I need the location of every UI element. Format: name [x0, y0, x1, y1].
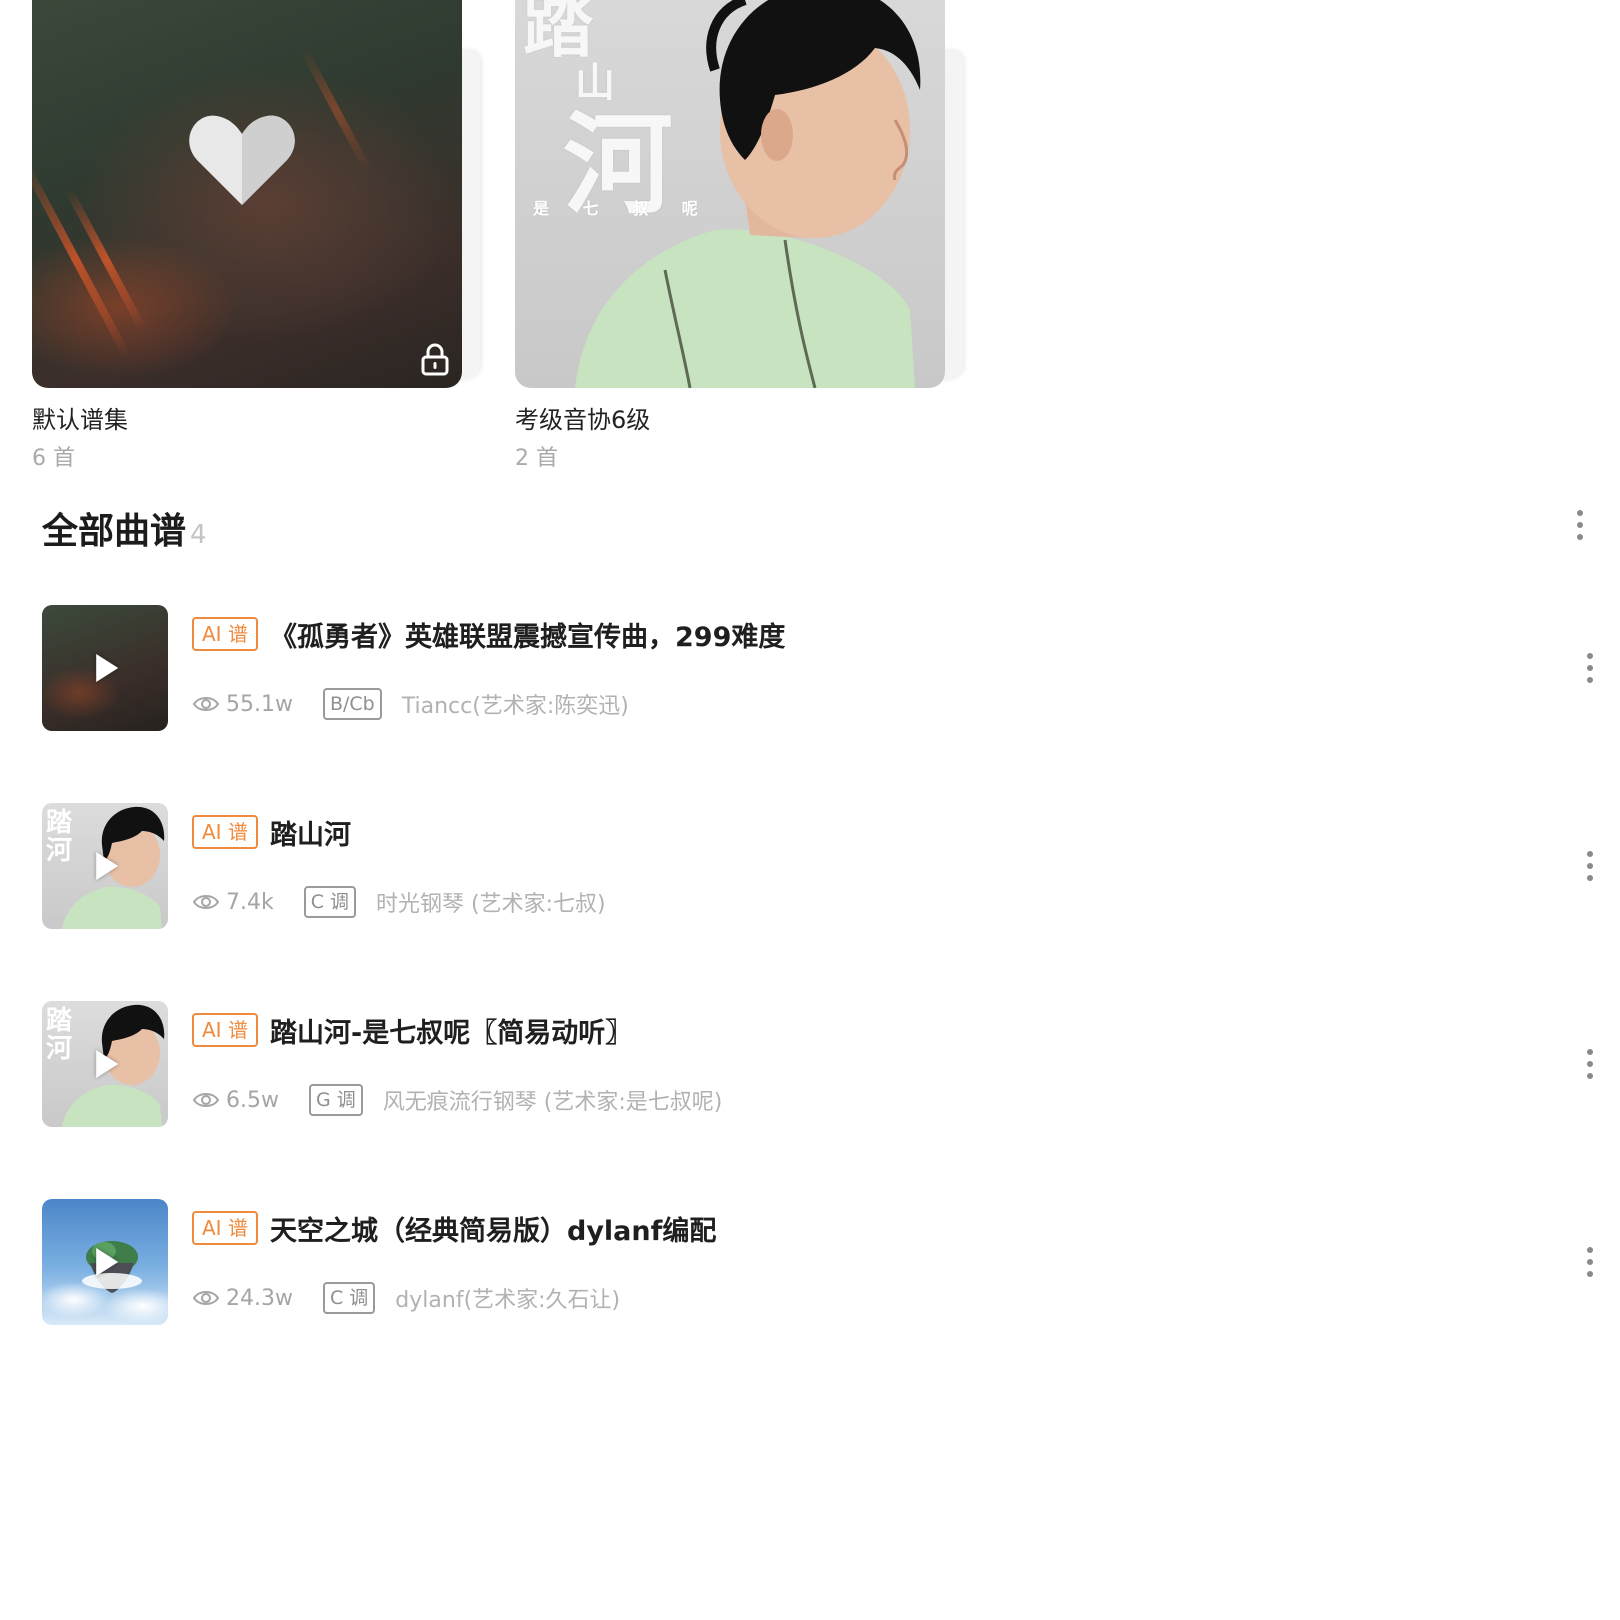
song-title: 《孤勇者》英雄联盟震撼宣传曲，299难度 — [270, 622, 786, 653]
song-row[interactable]: 踏河 AI 谱 踏山河-是七叔呢〖简易动听〗 6.5w G 调 风无痕流行钢琴 … — [42, 1001, 1602, 1127]
section-title: 全部曲谱 4 — [42, 502, 207, 554]
eye-icon — [192, 697, 220, 711]
arranger-label: 时光钢琴 (艺术家:七叔) — [376, 892, 606, 917]
key-badge: C 调 — [322, 1282, 376, 1314]
play-icon[interactable] — [96, 1248, 119, 1276]
ai-score-badge: AI 谱 — [192, 1211, 258, 1245]
key-badge: G 调 — [308, 1084, 363, 1116]
view-count: 55.1w — [226, 691, 293, 717]
lock-icon — [421, 343, 449, 376]
play-icon[interactable] — [96, 1050, 119, 1078]
view-count: 7.4k — [226, 889, 274, 915]
song-thumbnail[interactable]: 踏河 — [42, 803, 168, 929]
ai-score-badge: AI 谱 — [192, 617, 258, 651]
ai-score-badge: AI 谱 — [192, 1013, 258, 1047]
album-name: 考级音协6级 — [515, 406, 651, 434]
album-song-count: 2 首 — [515, 446, 558, 471]
album-cover: 踏 山 河 是 七 叔 呢 — [515, 0, 945, 388]
play-icon[interactable] — [96, 654, 119, 682]
key-badge: B/Cb — [322, 688, 382, 720]
thumbnail-calligraphy: 踏河 — [46, 1006, 73, 1064]
album-card-default[interactable]: 默认谱集 6 首 — [32, 0, 480, 471]
song-meta: 6.5w G 调 风无痕流行钢琴 (艺术家:是七叔呢) — [192, 1083, 722, 1117]
song-thumbnail[interactable]: 踏河 — [42, 1001, 168, 1127]
song-thumbnail[interactable] — [42, 1199, 168, 1325]
song-meta: 7.4k C 调 时光钢琴 (艺术家:七叔) — [192, 885, 606, 919]
arranger-label: 风无痕流行钢琴 (艺术家:是七叔呢) — [382, 1090, 723, 1115]
song-thumbnail[interactable] — [42, 605, 168, 731]
section-song-count: 4 — [190, 520, 207, 550]
album-song-count: 6 首 — [32, 446, 75, 471]
song-title: 踏山河 — [270, 820, 351, 851]
ai-score-badge: AI 谱 — [192, 815, 258, 849]
songbook-page: 默认谱集 6 首 踏 山 河 是 七 叔 呢 考级音协6级 2 首 全部曲谱 4… — [0, 0, 1620, 1620]
arranger-label: dylanf(艺术家:久石让) — [395, 1288, 621, 1313]
album-cover — [32, 0, 462, 388]
more-vertical-icon[interactable] — [1578, 1242, 1602, 1282]
eye-icon — [192, 1291, 220, 1305]
more-vertical-icon[interactable] — [1578, 648, 1602, 688]
album-name: 默认谱集 — [32, 406, 128, 434]
eye-icon — [192, 1093, 220, 1107]
key-badge: C 调 — [303, 886, 357, 918]
song-meta: 24.3w C 调 dylanf(艺术家:久石让) — [192, 1281, 620, 1315]
play-icon[interactable] — [96, 852, 119, 880]
heart-icon — [189, 115, 295, 205]
song-row[interactable]: AI 谱 天空之城（经典简易版）dylanf编配 24.3w C 调 dylan… — [42, 1199, 1602, 1325]
song-row[interactable]: 踏河 AI 谱 踏山河 7.4k C 调 时光钢琴 (艺术家:七叔) — [42, 803, 1602, 929]
more-vertical-icon[interactable] — [1568, 505, 1592, 545]
more-vertical-icon[interactable] — [1578, 1044, 1602, 1084]
section-title-text: 全部曲谱 — [42, 511, 187, 552]
song-row[interactable]: AI 谱 《孤勇者》英雄联盟震撼宣传曲，299难度 55.1w B/Cb Tia… — [42, 605, 1602, 731]
arranger-label: Tiancc(艺术家:陈奕迅) — [401, 694, 629, 719]
song-meta: 55.1w B/Cb Tiancc(艺术家:陈奕迅) — [192, 687, 629, 721]
album-card-grade6[interactable]: 踏 山 河 是 七 叔 呢 考级音协6级 2 首 — [515, 0, 963, 471]
eye-icon — [192, 895, 220, 909]
song-title: 天空之城（经典简易版）dylanf编配 — [270, 1216, 717, 1247]
song-title: 踏山河-是七叔呢〖简易动听〗 — [270, 1018, 633, 1049]
view-count: 24.3w — [226, 1285, 293, 1311]
view-count: 6.5w — [226, 1087, 279, 1113]
more-vertical-icon[interactable] — [1578, 846, 1602, 886]
thumbnail-calligraphy: 踏河 — [46, 808, 73, 866]
